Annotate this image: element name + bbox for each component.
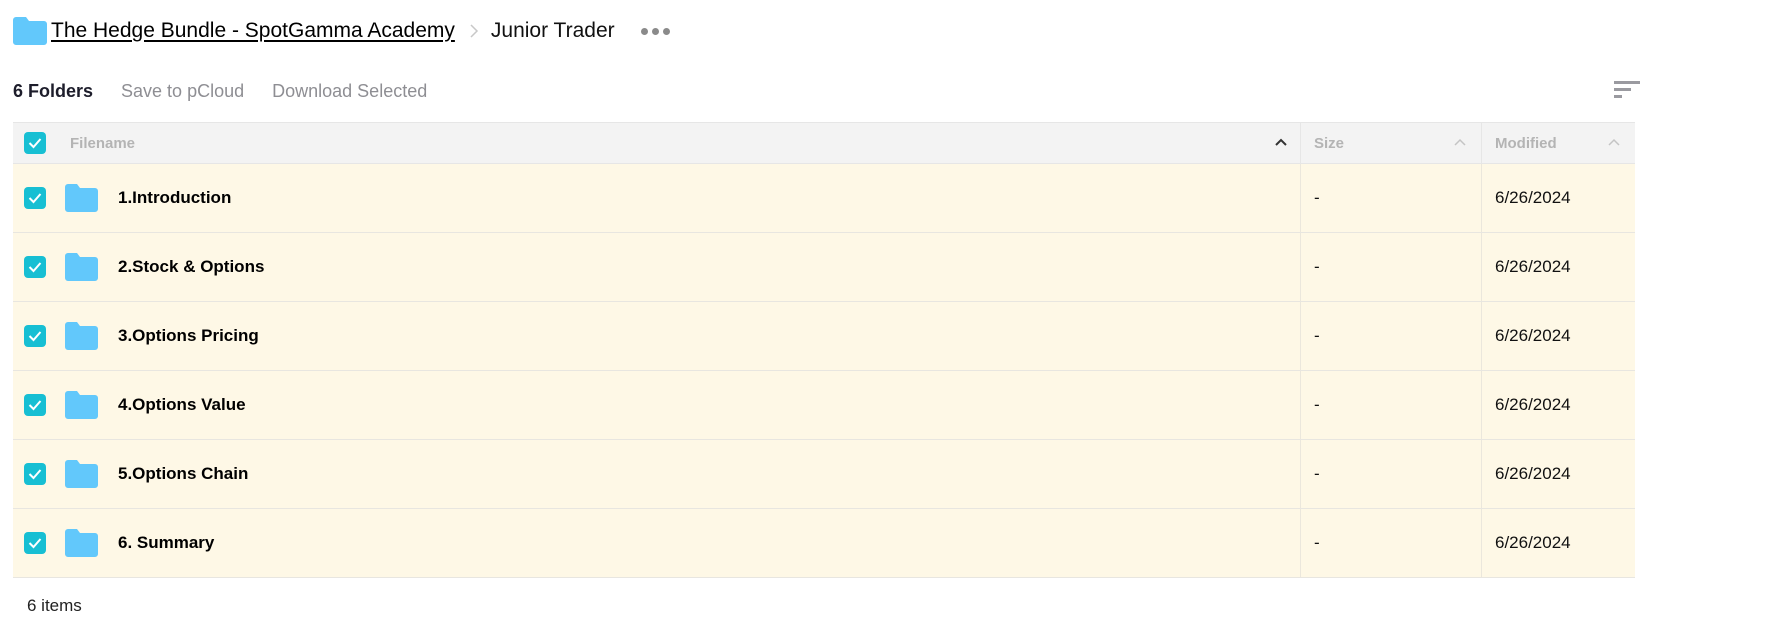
cell-modified: 6/26/2024 — [1495, 257, 1571, 276]
row-checkbox[interactable] — [24, 187, 46, 209]
cell-filename: 1.Introduction — [13, 164, 1301, 232]
row-checkbox[interactable] — [24, 256, 46, 278]
sort-icon[interactable] — [1614, 79, 1640, 101]
folder-name[interactable]: 2.Stock & Options — [118, 257, 264, 277]
table-row[interactable]: 1.Introduction - 6/26/2024 — [13, 164, 1635, 233]
save-to-pcloud-button[interactable]: Save to pCloud — [121, 81, 244, 102]
cell-size: - — [1301, 233, 1482, 301]
column-modified[interactable]: Modified — [1482, 123, 1635, 163]
chevron-right-icon — [470, 24, 478, 38]
column-filename[interactable]: Filename — [13, 123, 1301, 163]
file-table: Filename Size Modified 1.Introduction - … — [13, 122, 1635, 578]
more-dot — [662, 27, 670, 35]
folder-name[interactable]: 1.Introduction — [118, 188, 231, 208]
check-icon — [28, 400, 42, 411]
column-modified-label: Modified — [1495, 134, 1557, 152]
cell-modified: 6/26/2024 — [1495, 188, 1571, 207]
column-filename-label: Filename — [70, 134, 136, 152]
cell-filename: 2.Stock & Options — [13, 233, 1301, 301]
folder-name[interactable]: 3.Options Pricing — [118, 326, 259, 346]
folder-icon — [65, 529, 98, 557]
table-body: 1.Introduction - 6/26/2024 2.Stock & Opt… — [13, 164, 1635, 578]
table-row[interactable]: 2.Stock & Options - 6/26/2024 — [13, 233, 1635, 302]
cell-size: - — [1301, 371, 1482, 439]
row-checkbox[interactable] — [24, 325, 46, 347]
more-dot — [651, 27, 659, 35]
cell-size: - — [1301, 302, 1482, 370]
table-row[interactable]: 5.Options Chain - 6/26/2024 — [13, 440, 1635, 509]
breadcrumb-current: Junior Trader — [490, 19, 615, 42]
cell-size: - — [1301, 509, 1482, 577]
row-checkbox[interactable] — [24, 463, 46, 485]
sort-asc-icon[interactable] — [1453, 137, 1467, 147]
cell-filename: 3.Options Pricing — [13, 302, 1301, 370]
check-icon — [28, 331, 42, 342]
folder-count: 6 Folders — [13, 80, 94, 101]
cell-modified: 6/26/2024 — [1495, 533, 1571, 552]
folder-icon — [13, 17, 47, 45]
item-count: 6 items — [27, 596, 82, 615]
folder-icon — [65, 253, 98, 281]
check-icon — [28, 193, 42, 204]
folder-icon — [65, 391, 98, 419]
row-checkbox[interactable] — [24, 532, 46, 554]
cell-size: - — [1301, 440, 1482, 508]
sort-asc-icon[interactable] — [1607, 137, 1621, 147]
toolbar: 6 Folders Save to pCloud Download Select… — [13, 78, 1640, 104]
folder-icon — [65, 460, 98, 488]
table-row[interactable]: 3.Options Pricing - 6/26/2024 — [13, 302, 1635, 371]
sort-asc-icon[interactable] — [1274, 137, 1288, 147]
cell-modified: 6/26/2024 — [1495, 326, 1571, 345]
folder-icon — [65, 184, 98, 212]
select-all-checkbox[interactable] — [24, 132, 46, 154]
cell-modified: 6/26/2024 — [1495, 395, 1571, 414]
table-row[interactable]: 4.Options Value - 6/26/2024 — [13, 371, 1635, 440]
cell-filename: 6. Summary — [13, 509, 1301, 577]
check-icon — [28, 469, 42, 480]
folder-name[interactable]: 6. Summary — [118, 533, 214, 553]
cell-filename: 4.Options Value — [13, 371, 1301, 439]
check-icon — [28, 538, 42, 549]
more-options-button[interactable] — [637, 24, 674, 39]
breadcrumb-root-link[interactable]: The Hedge Bundle - SpotGamma Academy — [51, 19, 455, 43]
folder-name[interactable]: 4.Options Value — [118, 395, 246, 415]
more-horizontal-icon — [640, 27, 648, 35]
folder-name[interactable]: 5.Options Chain — [118, 464, 248, 484]
column-size[interactable]: Size — [1301, 123, 1482, 163]
download-selected-button[interactable]: Download Selected — [272, 81, 427, 102]
check-icon — [28, 262, 42, 273]
check-icon — [28, 138, 42, 149]
cell-modified: 6/26/2024 — [1495, 464, 1571, 483]
cell-size: - — [1301, 164, 1482, 232]
table-row[interactable]: 6. Summary - 6/26/2024 — [13, 509, 1635, 578]
cell-filename: 5.Options Chain — [13, 440, 1301, 508]
folder-icon — [65, 322, 98, 350]
column-size-label: Size — [1314, 134, 1345, 152]
row-checkbox[interactable] — [24, 394, 46, 416]
table-header: Filename Size Modified — [13, 123, 1635, 164]
breadcrumb: The Hedge Bundle - SpotGamma Academy Jun… — [13, 14, 674, 48]
